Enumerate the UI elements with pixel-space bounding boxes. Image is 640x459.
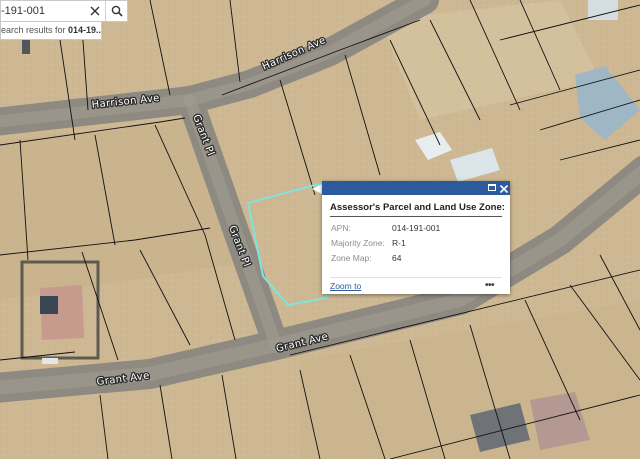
apn-value: 014-191-001 bbox=[392, 223, 441, 233]
zoom-to-link[interactable]: Zoom to bbox=[330, 281, 361, 291]
suggestion-prefix: earch results for bbox=[1, 25, 69, 35]
zone-map-label: Zone Map: bbox=[331, 253, 372, 263]
close-icon bbox=[499, 184, 509, 194]
vehicle bbox=[42, 358, 58, 364]
popup-title: Assessor's Parcel and Land Use Zone: bbox=[330, 202, 505, 213]
search-input[interactable] bbox=[1, 1, 101, 21]
close-icon bbox=[90, 6, 100, 16]
zone-map-value: 64 bbox=[392, 253, 402, 263]
search-button[interactable] bbox=[105, 1, 128, 21]
solar-panels bbox=[40, 296, 58, 314]
apn-label: APN: bbox=[331, 223, 351, 233]
ellipsis-icon[interactable]: ••• bbox=[485, 280, 495, 291]
clear-search-button[interactable] bbox=[87, 3, 103, 19]
search-icon bbox=[111, 5, 123, 17]
close-popup-button[interactable] bbox=[499, 182, 509, 194]
suggestion-term: 014-19... bbox=[68, 25, 102, 35]
popup-divider bbox=[330, 216, 502, 217]
search-box bbox=[0, 0, 128, 22]
map-canvas[interactable]: Harrison Ave Harrison Ave Grant Pl Grant… bbox=[0, 0, 640, 459]
popup-pointer bbox=[312, 184, 322, 194]
majority-zone-label: Majority Zone: bbox=[331, 238, 385, 248]
search-suggestion[interactable]: earch results for 014-19... bbox=[0, 22, 102, 40]
parcel-popup: Assessor's Parcel and Land Use Zone: APN… bbox=[322, 181, 510, 294]
popup-footer-divider bbox=[330, 277, 502, 278]
maximize-icon[interactable] bbox=[488, 184, 496, 191]
shed bbox=[22, 40, 30, 54]
popup-header bbox=[322, 181, 510, 195]
majority-zone-value: R-1 bbox=[392, 238, 406, 248]
